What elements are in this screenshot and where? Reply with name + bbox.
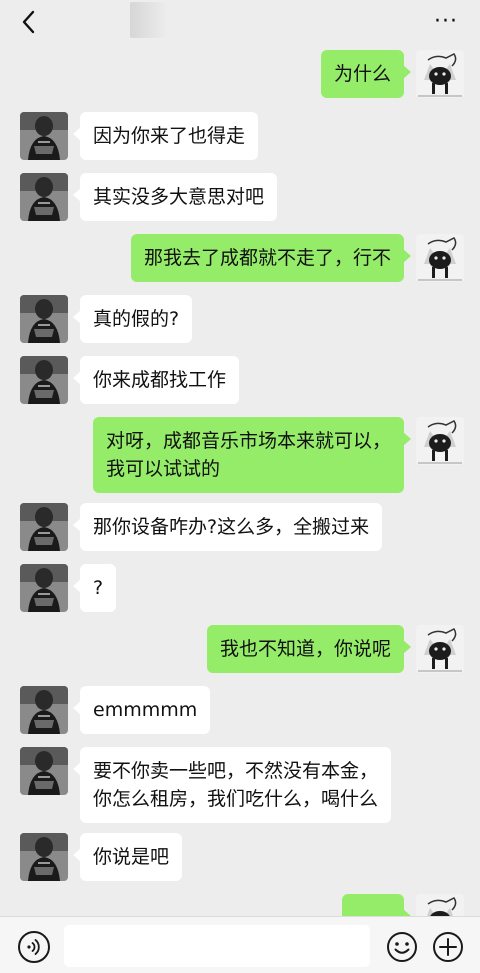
contact-avatar[interactable]: [20, 356, 68, 404]
received-message-bubble[interactable]: 那你设备咋办?这么多，全搬过来: [72, 503, 383, 551]
emoji-button[interactable]: [386, 931, 418, 963]
more-options-button[interactable]: ···: [428, 8, 464, 36]
contact-avatar[interactable]: [20, 503, 68, 551]
sent-message-bubble[interactable]: 我也不知道，你说呢: [206, 625, 412, 673]
contact-avatar[interactable]: [20, 833, 68, 881]
contact-avatar[interactable]: [20, 173, 68, 221]
contact-avatar[interactable]: [20, 295, 68, 343]
contact-avatar[interactable]: [20, 112, 68, 160]
received-message-bubble[interactable]: 你说是吧: [72, 833, 183, 881]
message-list[interactable]: 为什么因为你来了也得走 其实没多大意思对吧那我去了成都就不走了，行不真的假的? 你来…: [0, 44, 480, 916]
chevron-left-icon: [22, 10, 35, 34]
received-message-bubble[interactable]: 其实没多大意思对吧: [72, 173, 278, 221]
emoji-icon: [387, 932, 417, 962]
sent-message-bubble[interactable]: 为什么: [320, 50, 412, 98]
plus-icon: [433, 932, 463, 962]
sent-message-bubble[interactable]: 对呀，成都音乐市场本来就可以， 我可以试试的: [92, 417, 412, 493]
received-message-bubble[interactable]: emmmmm: [72, 686, 211, 734]
sent-message-bubble[interactable]: 那我去了成都就不走了，行不: [130, 234, 412, 282]
received-message-bubble[interactable]: 要不你卖一些吧，不然没有本金， 你怎么租房，我们吃什么，喝什么: [72, 747, 392, 823]
more-functions-button[interactable]: [432, 931, 464, 963]
input-bar: [0, 916, 480, 973]
contact-avatar[interactable]: [20, 564, 68, 612]
received-message-bubble[interactable]: 真的假的?: [72, 295, 193, 343]
self-avatar[interactable]: [416, 417, 464, 465]
chat-header: ) ···: [0, 0, 480, 44]
received-message-bubble[interactable]: 因为你来了也得走: [72, 112, 259, 160]
received-message-bubble[interactable]: 你来成都找工作: [72, 356, 240, 404]
self-avatar[interactable]: [416, 625, 464, 673]
self-avatar[interactable]: [416, 234, 464, 282]
self-avatar[interactable]: [416, 50, 464, 98]
voice-icon: [27, 939, 40, 955]
received-message-bubble[interactable]: ?: [72, 564, 117, 612]
contact-name: ): [130, 2, 168, 38]
contact-avatar[interactable]: [20, 686, 68, 734]
sent-message-bubble[interactable]: ......: [341, 894, 412, 916]
back-button[interactable]: [14, 6, 44, 38]
contact-avatar[interactable]: [20, 747, 68, 795]
message-input[interactable]: [64, 925, 370, 967]
self-avatar[interactable]: [416, 894, 464, 916]
voice-button[interactable]: [18, 931, 50, 963]
